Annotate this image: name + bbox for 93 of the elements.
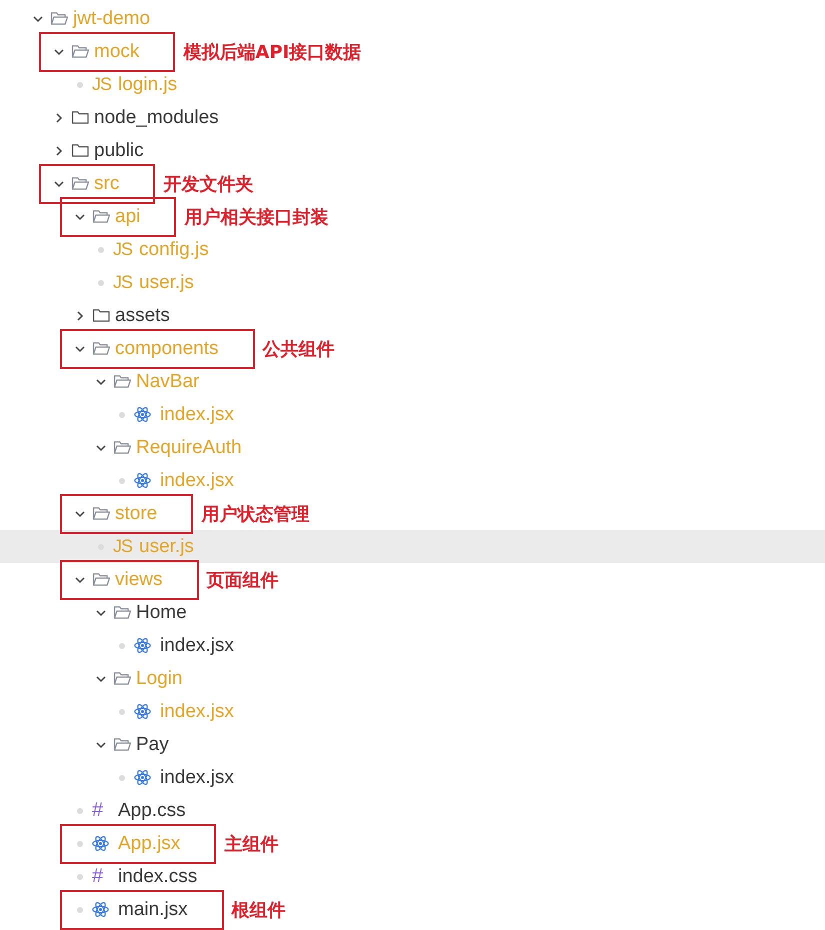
folder-name: api bbox=[115, 206, 140, 228]
js-icon: JS bbox=[92, 74, 112, 95]
tree-item[interactable]: Home bbox=[0, 596, 825, 629]
open-folder-icon bbox=[92, 209, 111, 224]
dot-icon bbox=[119, 774, 125, 780]
atom-icon bbox=[134, 703, 151, 720]
annotation-text: 页面组件 bbox=[206, 568, 279, 592]
tree-item[interactable]: api 用户相关接口封装 bbox=[0, 200, 825, 233]
annotation-text: 模拟后端API接口数据 bbox=[183, 40, 362, 64]
dot-icon bbox=[77, 82, 83, 88]
folder-name: jwt-demo bbox=[73, 8, 150, 30]
tree-item[interactable]: src 开发文件夹 bbox=[0, 167, 825, 200]
folder-name: store bbox=[115, 502, 158, 524]
file-name: user.js bbox=[139, 272, 194, 294]
annotation-text: 根组件 bbox=[232, 898, 286, 922]
folder-name: RequireAuth bbox=[136, 436, 242, 458]
atom-icon bbox=[134, 406, 151, 423]
file-name: main.jsx bbox=[118, 898, 188, 920]
dot-icon bbox=[98, 280, 104, 286]
open-folder-icon bbox=[113, 440, 132, 455]
dot-icon bbox=[77, 808, 83, 814]
hash-icon: # bbox=[92, 799, 104, 822]
open-folder-icon bbox=[92, 506, 111, 521]
folder-name: assets bbox=[115, 304, 170, 326]
open-folder-icon bbox=[92, 341, 111, 356]
folder-name: components bbox=[115, 338, 219, 360]
annotation-text: 开发文件夹 bbox=[163, 172, 254, 196]
dot-icon bbox=[119, 642, 125, 648]
file-name: index.jsx bbox=[160, 700, 234, 722]
atom-icon bbox=[134, 472, 151, 489]
open-folder-icon bbox=[113, 671, 132, 686]
js-icon: JS bbox=[113, 272, 132, 293]
tree-item[interactable]: node_modules bbox=[0, 101, 825, 134]
tree-item[interactable]: index.jsx bbox=[0, 761, 825, 794]
dot-icon bbox=[77, 840, 83, 846]
dot-icon bbox=[98, 246, 104, 252]
tree-item[interactable]: views 页面组件 bbox=[0, 563, 825, 596]
folder-icon bbox=[92, 308, 111, 323]
folder-name: src bbox=[94, 172, 120, 194]
tree-item[interactable]: # App.css bbox=[0, 794, 825, 827]
tree-item[interactable]: main.jsx 根组件 bbox=[0, 893, 825, 926]
file-name: index.css bbox=[118, 866, 198, 888]
open-folder-icon bbox=[71, 44, 90, 59]
folder-name: Home bbox=[136, 602, 187, 624]
folder-name: public bbox=[94, 140, 144, 162]
annotation-text: 用户相关接口封装 bbox=[184, 206, 328, 228]
file-name: index.jsx bbox=[160, 634, 234, 656]
dot-icon bbox=[119, 478, 125, 484]
tree-item[interactable]: index.jsx bbox=[0, 629, 825, 662]
dot-icon bbox=[119, 412, 125, 418]
tree-item[interactable]: components 公共组件 bbox=[0, 332, 825, 365]
dot-icon bbox=[77, 874, 83, 880]
folder-name: Pay bbox=[136, 734, 169, 756]
tree-item[interactable]: public bbox=[0, 134, 825, 167]
open-folder-icon bbox=[113, 737, 132, 752]
file-name: index.jsx bbox=[160, 766, 234, 788]
js-icon: JS bbox=[113, 239, 132, 260]
file-name: App.css bbox=[118, 800, 186, 822]
folder-icon bbox=[71, 143, 90, 158]
annotation-text: 主组件 bbox=[224, 832, 278, 856]
open-folder-icon bbox=[113, 374, 132, 389]
tree-item[interactable]: App.jsx 主组件 bbox=[0, 827, 825, 860]
atom-icon bbox=[92, 835, 109, 852]
tree-item[interactable]: Pay bbox=[0, 728, 825, 761]
folder-name: Login bbox=[136, 668, 182, 690]
file-name: index.jsx bbox=[160, 404, 234, 426]
file-name: config.js bbox=[139, 238, 209, 260]
js-icon: JS bbox=[113, 536, 132, 557]
open-folder-icon bbox=[92, 572, 111, 587]
open-folder-icon bbox=[113, 605, 132, 620]
annotation-text: 公共组件 bbox=[262, 338, 335, 360]
dot-icon bbox=[77, 906, 83, 912]
tree-item[interactable]: # index.css bbox=[0, 860, 825, 893]
folder-icon bbox=[71, 110, 90, 125]
file-name: App.jsx bbox=[118, 832, 180, 854]
atom-icon bbox=[134, 637, 151, 654]
tree-item[interactable]: store 用户状态管理 bbox=[0, 497, 825, 530]
hash-icon: # bbox=[92, 865, 104, 888]
file-name: login.js bbox=[118, 74, 178, 96]
folder-name: node_modules bbox=[94, 106, 219, 128]
atom-icon bbox=[92, 901, 109, 918]
tree-item[interactable]: mock 模拟后端API接口数据 bbox=[0, 35, 825, 68]
dot-icon bbox=[119, 708, 125, 714]
atom-icon bbox=[134, 769, 151, 786]
file-name: user.js bbox=[139, 536, 194, 558]
folder-name: NavBar bbox=[136, 370, 200, 392]
folder-name: views bbox=[115, 568, 163, 590]
tree-item[interactable]: assets bbox=[0, 299, 825, 332]
folder-name: mock bbox=[94, 40, 140, 62]
open-folder-icon bbox=[50, 11, 69, 26]
file-name: index.jsx bbox=[160, 470, 234, 492]
open-folder-icon bbox=[71, 176, 90, 191]
annotation-text: 用户状态管理 bbox=[201, 502, 310, 526]
